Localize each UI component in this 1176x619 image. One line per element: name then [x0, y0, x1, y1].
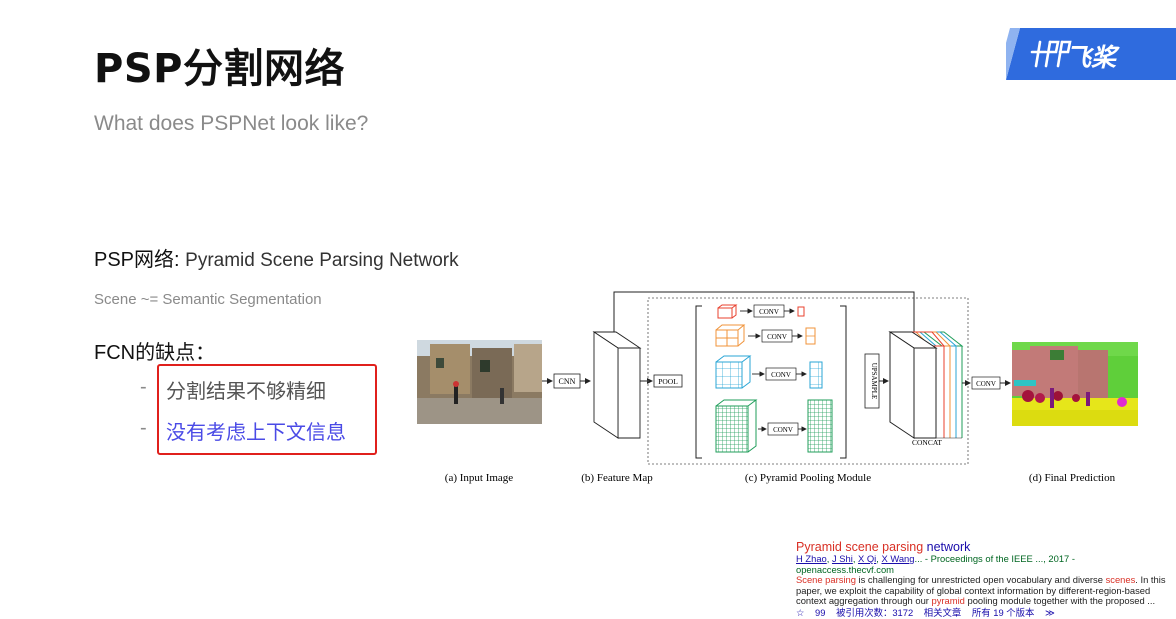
bullet-dash: -	[140, 376, 147, 398]
citation-title[interactable]: Pyramid scene parsing network	[796, 540, 1171, 554]
pspnet-diagram: CNN POOL CONV CONV CONV CONV UPSAMPLE CO…	[417, 291, 1138, 484]
upsample-label: UPSAMPLE	[870, 363, 878, 400]
related-articles-link[interactable]: 相关文章	[924, 607, 962, 618]
final-prediction-map	[1012, 342, 1138, 426]
page-title: PSP分割网络	[94, 46, 345, 92]
page-subtitle: What does PSPNet look like?	[94, 112, 369, 135]
author-link[interactable]: X Qi	[858, 553, 876, 564]
concat-label: CONCAT	[912, 438, 942, 447]
author-link[interactable]: H Zhao	[796, 553, 827, 564]
psp-label: PSP网络:	[94, 249, 180, 271]
pool-label: POOL	[658, 377, 678, 386]
quote-icon[interactable]: 99	[815, 607, 825, 618]
author-link[interactable]: X Wang	[881, 553, 914, 564]
scene-note: Scene ~= Semantic Segmentation	[94, 291, 322, 308]
cited-by-link[interactable]: 被引用次数：3172	[836, 607, 913, 618]
feature-map	[592, 331, 642, 439]
caption-input-image: (a) Input Image	[445, 472, 514, 484]
psp-full-name: Pyramid Scene Parsing Network	[185, 250, 459, 271]
conv-label-3: CONV	[771, 371, 791, 379]
logo-text: 飞桨	[1066, 43, 1117, 72]
conv-label-4: CONV	[773, 426, 793, 434]
fcn-heading: FCN的缺点：	[94, 342, 216, 364]
conv-label-2: CONV	[767, 333, 787, 341]
star-icon[interactable]: ☆	[796, 607, 804, 618]
all-versions-link[interactable]: 所有 19 个版本	[972, 607, 1035, 618]
bullet-dash: -	[140, 417, 147, 439]
author-link[interactable]: J Shi	[832, 553, 853, 564]
highlight-box	[157, 364, 377, 455]
input-image	[417, 340, 542, 424]
caption-final-prediction: (d) Final Prediction	[1029, 472, 1116, 484]
caption-feature-map: (b) Feature Map	[581, 472, 653, 484]
caption-ppm: (c) Pyramid Pooling Module	[745, 472, 871, 484]
concat-stack	[888, 331, 964, 439]
scholar-citation: Pyramid scene parsing network H Zhao, J …	[796, 540, 1171, 619]
psp-definition: PSP网络: Pyramid Scene Parsing Network	[94, 243, 459, 272]
citation-authors: H Zhao, J Shi, X Qi, X Wang... - Proceed…	[796, 553, 1075, 575]
citation-snippet: Scene parsing is challenging for unrestr…	[796, 574, 1166, 607]
conv-label-1: CONV	[759, 308, 779, 316]
citation-actions: ☆ 99 被引用次数：3172 相关文章 所有 19 个版本 ≫	[796, 607, 1171, 619]
more-icon[interactable]: ≫	[1045, 607, 1055, 618]
conv-label-final: CONV	[976, 380, 996, 388]
cnn-label: CNN	[559, 377, 576, 386]
